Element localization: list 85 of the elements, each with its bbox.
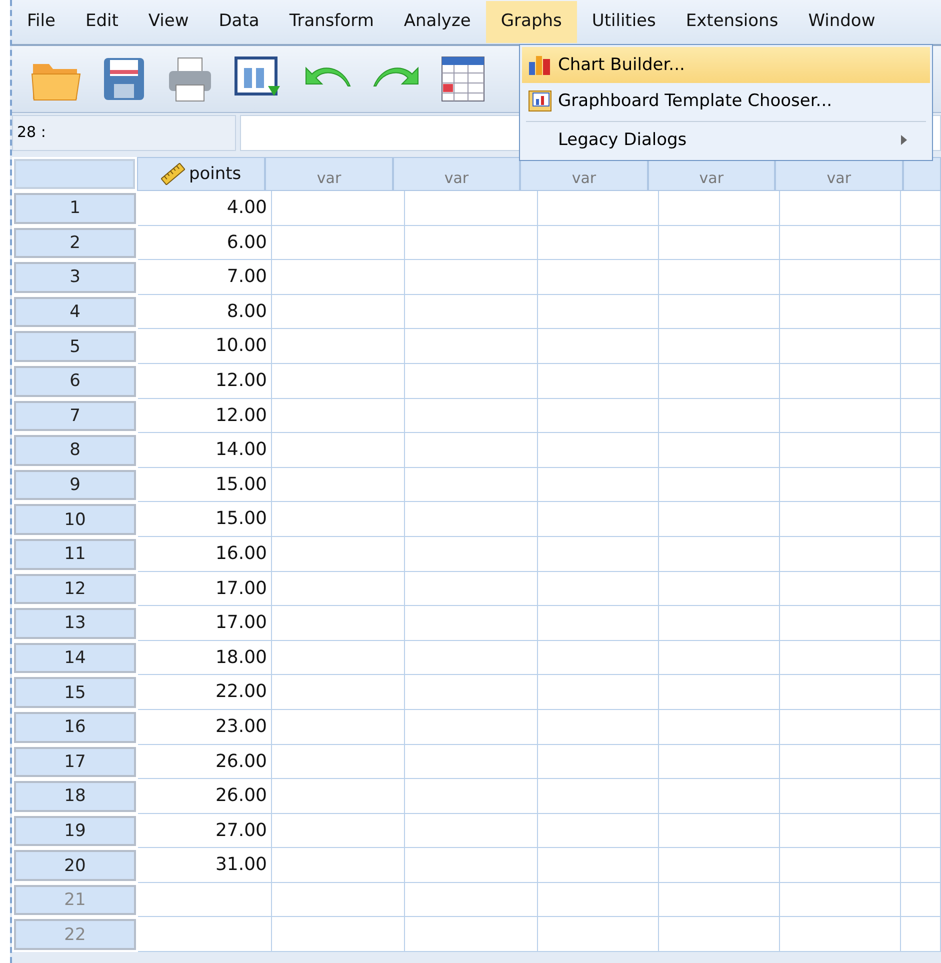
row-number[interactable]: 7 [14,400,136,432]
table-cell: 22.00 [138,675,272,710]
table-cell: 23.00 [138,710,272,744]
menu-item[interactable]: Transform [274,1,389,43]
menu-item[interactable]: Data [204,1,274,43]
cell-reference: 28 : [12,115,236,151]
table-cell [901,779,941,814]
row-number[interactable]: 18 [14,781,136,812]
table-cell [901,917,941,952]
save-icon[interactable] [102,56,146,102]
chart-board-icon [528,90,552,112]
column-header[interactable]: var [265,157,393,191]
row-number[interactable]: 12 [14,574,136,604]
table-cell: 17.00 [138,606,272,641]
table-cell: 16.00 [138,536,272,572]
menu-item[interactable]: Legacy Dialogs [522,122,930,158]
table-cell: 15.00 [138,468,272,502]
table-cell [901,572,941,606]
row-number[interactable]: 14 [14,642,136,674]
row-number[interactable]: 10 [14,504,136,535]
table-cell [901,536,941,572]
table-cell [901,433,941,468]
table-cell: 18.00 [138,640,272,676]
table-cell [901,226,941,260]
printer-icon[interactable] [166,55,214,103]
row-number[interactable]: 2 [14,228,136,258]
table-cell [901,744,941,780]
table-cell [901,606,941,641]
table-cell [901,398,941,434]
menu-item[interactable]: File [12,1,70,43]
table-cell [901,502,941,537]
column-header[interactable]: points [136,157,266,191]
table-cell [901,848,941,883]
submenu-arrow-icon [900,134,908,146]
table-cell [901,364,941,399]
row-number[interactable]: 5 [14,331,136,362]
row-number[interactable]: 8 [14,435,136,466]
row-number[interactable]: 4 [14,296,136,328]
table-cell: 14.00 [138,433,272,468]
table-cell: 31.00 [138,848,272,883]
menu-item[interactable]: Utilities [576,1,671,43]
row-number[interactable]: 17 [14,746,136,778]
menu-item[interactable]: Chart Builder... [522,47,930,83]
corner-cell[interactable] [14,159,135,189]
row-number[interactable]: 19 [14,816,136,846]
table-cell: 12.00 [138,364,272,399]
menu-item[interactable]: View [133,1,204,43]
row-number[interactable]: 6 [14,366,136,397]
table-cell: 26.00 [138,744,272,780]
menu-item[interactable]: Window [793,1,890,43]
table-cell: 4.00 [138,191,272,226]
table-cell: 6.00 [138,226,272,260]
bar-chart-icon [528,54,552,76]
table-cell [901,294,941,330]
menu-item[interactable]: Edit [70,1,134,43]
row-number[interactable]: 15 [14,677,136,708]
table-cell [901,882,941,918]
table-cell: 7.00 [138,260,272,295]
row-number[interactable]: 16 [14,712,136,742]
table-cell: 10.00 [138,329,272,364]
table-cell: 17.00 [138,572,272,606]
table-cell [901,260,941,295]
table-cell [901,191,941,226]
row-number[interactable]: 13 [14,608,136,639]
row-number[interactable]: 11 [14,538,136,570]
menu-item[interactable]: Graphs [486,1,577,43]
table-cell: 8.00 [138,294,272,330]
row-number[interactable]: 9 [14,470,136,500]
menu-item[interactable]: Graphboard Template Chooser... [522,83,930,119]
menu-item[interactable]: Extensions [670,1,794,43]
row-number[interactable]: 3 [14,262,136,293]
column-header[interactable]: var [392,157,520,191]
table-cell: 12.00 [138,398,272,434]
row-number[interactable]: 1 [14,193,136,224]
table-cell: 27.00 [138,814,272,848]
menu-item[interactable]: Analyze [388,1,486,43]
table-cell: 26.00 [138,779,272,814]
table-cell [901,675,941,710]
table-cell [901,814,941,848]
table-cell: 15.00 [138,502,272,537]
table-cell [901,468,941,502]
table-cell [901,329,941,364]
table-cell [901,710,941,744]
table-cell [901,640,941,676]
row-number[interactable]: 20 [14,850,136,881]
